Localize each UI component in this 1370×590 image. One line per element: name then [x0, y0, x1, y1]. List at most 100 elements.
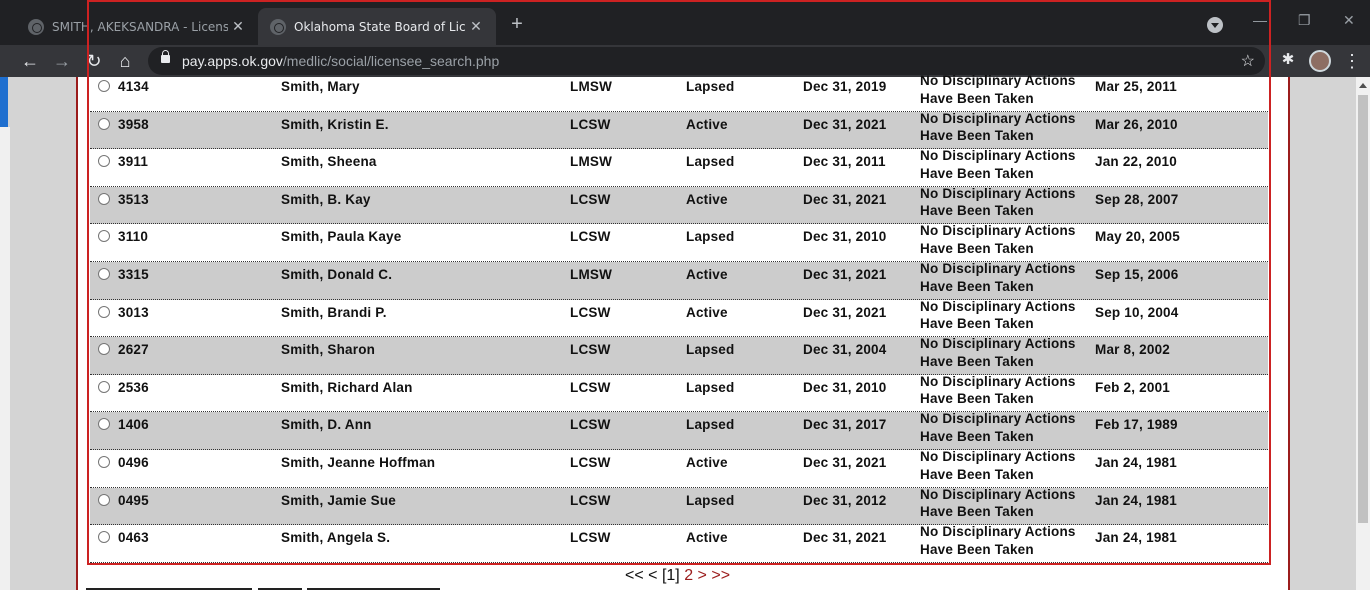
expiration-date: Dec 31, 2010: [803, 229, 887, 245]
table-row[interactable]: 0495 Smith, Jamie Sue LCSW Lapsed Dec 31, 20…: [90, 487, 1268, 526]
left-panel: [0, 127, 10, 590]
home-icon[interactable]: ⌂: [114, 50, 136, 72]
license-number: 1406: [118, 417, 149, 433]
restore-icon[interactable]: ❐: [1298, 12, 1311, 29]
expiration-date: Dec 31, 2021: [803, 530, 887, 546]
disciplinary-status: No Disciplinary Actions Have Been Taken: [920, 110, 1076, 144]
license-status: Active: [686, 267, 728, 282]
license-status: Active: [686, 191, 728, 207]
back-icon[interactable]: ←: [19, 50, 41, 72]
disciplinary-status: No Disciplinary Actions Have Been Taken: [920, 449, 1076, 482]
bookmark-star-icon[interactable]: ☆: [1241, 51, 1255, 71]
row-select-radio[interactable]: [98, 418, 110, 431]
row-select-radio[interactable]: [98, 305, 110, 318]
scroll-up-arrow-icon[interactable]: [1359, 83, 1367, 88]
expiration-date: Dec 31, 2019: [803, 79, 887, 94]
row-select-radio[interactable]: [98, 343, 110, 356]
pager-prev[interactable]: <: [648, 567, 657, 584]
table-row[interactable]: 0463 Smith, Angela S. LCSW Active Dec 31, 20…: [90, 524, 1268, 563]
pager-page-2[interactable]: 2: [684, 567, 693, 584]
license-type: LCSW: [570, 191, 611, 207]
row-select-radio[interactable]: [98, 230, 110, 243]
license-type: LMSW: [570, 79, 613, 94]
table-row[interactable]: 3513 Smith, B. Kay LCSW Active Dec 31, 2021 N…: [90, 186, 1268, 225]
close-icon[interactable]: ✕: [466, 18, 486, 35]
reload-icon[interactable]: ↻: [83, 50, 105, 72]
browser-tab-board[interactable]: Oklahoma State Board of License ✕: [258, 8, 496, 45]
disciplinary-status: No Disciplinary Actions Have Been Taken: [920, 336, 1076, 369]
expiration-date: Dec 31, 2021: [803, 267, 887, 282]
table-row[interactable]: 3315 Smith, Donald C. LMSW Active Dec 31, 20…: [90, 261, 1268, 300]
license-status: Lapsed: [686, 154, 735, 170]
url-path: /medlic/social/licensee_search.php: [282, 53, 500, 69]
issue-date: Mar 26, 2010: [1095, 116, 1178, 132]
tab-search-icon[interactable]: [1207, 17, 1223, 33]
address-bar[interactable]: pay.apps.ok.gov/medlic/social/licensee_s…: [148, 47, 1265, 75]
row-select-radio[interactable]: [98, 80, 110, 92]
issue-date: Sep 10, 2004: [1095, 304, 1179, 320]
license-status: Active: [686, 304, 728, 320]
issue-date: Jan 22, 2010: [1095, 154, 1177, 170]
expiration-date: Dec 31, 2021: [803, 304, 887, 320]
expiration-date: Dec 31, 2021: [803, 455, 887, 470]
disciplinary-status: No Disciplinary Actions Have Been Taken: [920, 298, 1076, 332]
window-close-icon[interactable]: ✕: [1343, 12, 1355, 29]
license-status: Lapsed: [686, 342, 735, 358]
tab-title: SMITH, AKEKSANDRA - Licensee: [52, 19, 228, 34]
row-select-radio[interactable]: [98, 493, 110, 506]
issue-date: May 20, 2005: [1095, 229, 1180, 245]
close-icon[interactable]: ✕: [228, 18, 248, 35]
extensions-icon[interactable]: ✱: [1279, 50, 1297, 68]
license-number: 3911: [118, 154, 149, 170]
license-status: Lapsed: [686, 492, 735, 508]
pagination: << < [1] 2 > >>: [625, 567, 730, 585]
licensee-name: Smith, Donald C.: [281, 267, 393, 282]
row-select-radio[interactable]: [98, 117, 110, 130]
table-row[interactable]: 3958 Smith, Kristin E. LCSW Active Dec 31, 2…: [90, 110, 1268, 150]
minimize-icon[interactable]: —: [1253, 12, 1267, 28]
scrollbar[interactable]: [1356, 77, 1370, 590]
row-select-radio[interactable]: [98, 155, 110, 168]
row-select-radio[interactable]: [98, 268, 110, 280]
scrollbar-thumb[interactable]: [1358, 95, 1368, 523]
license-status: Lapsed: [686, 229, 735, 245]
table-row[interactable]: 4134 Smith, Mary LMSW Lapsed Dec 31, 2019 No …: [90, 73, 1268, 112]
license-status: Lapsed: [686, 79, 735, 94]
pager-first[interactable]: <<: [625, 567, 644, 584]
table-row[interactable]: 2627 Smith, Sharon LCSW Lapsed Dec 31, 2004 N…: [90, 336, 1268, 375]
disciplinary-status: No Disciplinary Actions Have Been Taken: [920, 223, 1076, 256]
lock-icon: [161, 50, 170, 63]
license-type: LCSW: [570, 455, 611, 470]
expiration-date: Dec 31, 2021: [803, 116, 887, 132]
row-select-radio[interactable]: [98, 380, 110, 393]
table-row[interactable]: 0496 Smith, Jeanne Hoffman LCSW Active Dec 3…: [90, 449, 1268, 488]
new-tab-button[interactable]: +: [507, 13, 527, 37]
row-select-radio[interactable]: [98, 192, 110, 205]
globe-icon: [270, 18, 286, 35]
table-row[interactable]: 3911 Smith, Sheena LMSW Lapsed Dec 31, 2011 N…: [90, 148, 1268, 187]
table-row[interactable]: 3013 Smith, Brandi P. LCSW Active Dec 31, 20…: [90, 298, 1268, 338]
table-row[interactable]: 2536 Smith, Richard Alan LCSW Lapsed Dec 31,…: [90, 374, 1268, 413]
expiration-date: Dec 31, 2010: [803, 379, 887, 395]
license-type: LCSW: [570, 417, 611, 433]
pager-last[interactable]: >>: [711, 567, 730, 584]
url-domain: pay.apps.ok.gov: [182, 53, 283, 69]
avatar[interactable]: [1309, 50, 1331, 72]
licensee-name: Smith, Sharon: [281, 342, 376, 358]
tab-title: Oklahoma State Board of License: [294, 19, 466, 34]
license-number: 3513: [118, 191, 149, 207]
license-status: Active: [686, 455, 728, 470]
table-row[interactable]: 3110 Smith, Paula Kaye LCSW Lapsed Dec 31, 2…: [90, 223, 1268, 262]
pager-next[interactable]: >: [698, 567, 707, 584]
expiration-date: Dec 31, 2004: [803, 342, 887, 358]
row-select-radio[interactable]: [98, 456, 110, 468]
row-select-radio[interactable]: [98, 531, 110, 544]
license-type: LCSW: [570, 116, 611, 132]
licensee-name: Smith, Jeanne Hoffman: [281, 455, 436, 470]
forward-icon[interactable]: →: [51, 50, 73, 72]
browser-tab-licensee[interactable]: SMITH, AKEKSANDRA - Licensee ✕: [16, 8, 258, 45]
table-row[interactable]: 1406 Smith, D. Ann LCSW Lapsed Dec 31, 2017 N…: [90, 411, 1268, 450]
more-menu-icon[interactable]: ⋮: [1343, 50, 1361, 72]
licensee-name: Smith, Richard Alan: [281, 379, 413, 395]
issue-date: Feb 17, 1989: [1095, 417, 1178, 433]
